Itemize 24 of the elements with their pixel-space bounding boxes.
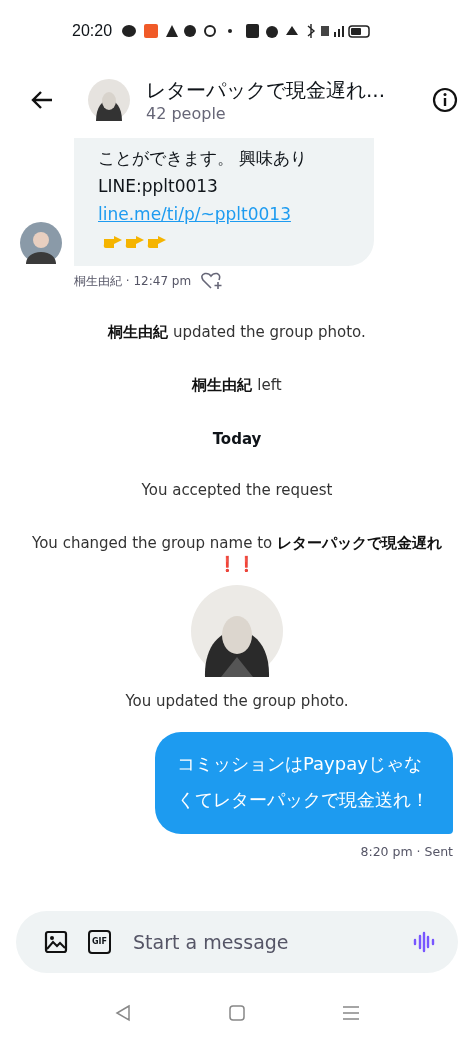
message-meta: 8:20 pm · Sent bbox=[360, 844, 453, 859]
system-message: You accepted the request bbox=[140, 480, 334, 501]
message-text: コミッションはPaypayじゃなくてレターパックで現金送れ！ bbox=[177, 753, 429, 810]
message-text: ことができます。 興味あり LINE:pplt0013 line.me/ti/p/~pplt0013 bbox=[98, 144, 358, 256]
message-input[interactable]: Start a message bbox=[131, 930, 392, 954]
back-arrow-icon[interactable] bbox=[30, 90, 54, 110]
date-divider: Today bbox=[211, 430, 263, 448]
info-icon[interactable] bbox=[432, 87, 458, 113]
gif-button[interactable]: GIF bbox=[88, 930, 111, 954]
member-count: 42 people bbox=[146, 104, 227, 123]
sender-avatar[interactable] bbox=[20, 222, 62, 264]
image-icon[interactable] bbox=[44, 930, 68, 954]
home-nav-icon[interactable] bbox=[228, 1004, 246, 1022]
group-title: レターパックで現金遅れ... bbox=[146, 77, 387, 104]
message-meta: 桐生由紀 · 12:47 pm bbox=[74, 272, 192, 290]
group-avatar[interactable] bbox=[88, 79, 130, 121]
status-time: 20:20 bbox=[72, 22, 113, 40]
back-nav-icon[interactable] bbox=[114, 1004, 132, 1022]
heart-plus-icon[interactable] bbox=[201, 272, 224, 290]
system-message: 桐生由紀 updated the group photo. bbox=[106, 322, 367, 343]
system-message: You updated the group photo. bbox=[124, 691, 350, 712]
system-message: You changed the group name to レターパックで現金遅れ ❗❗ bbox=[31, 533, 443, 575]
voice-wave-icon[interactable] bbox=[412, 930, 436, 954]
system-message: 桐生由紀 left bbox=[190, 375, 283, 396]
